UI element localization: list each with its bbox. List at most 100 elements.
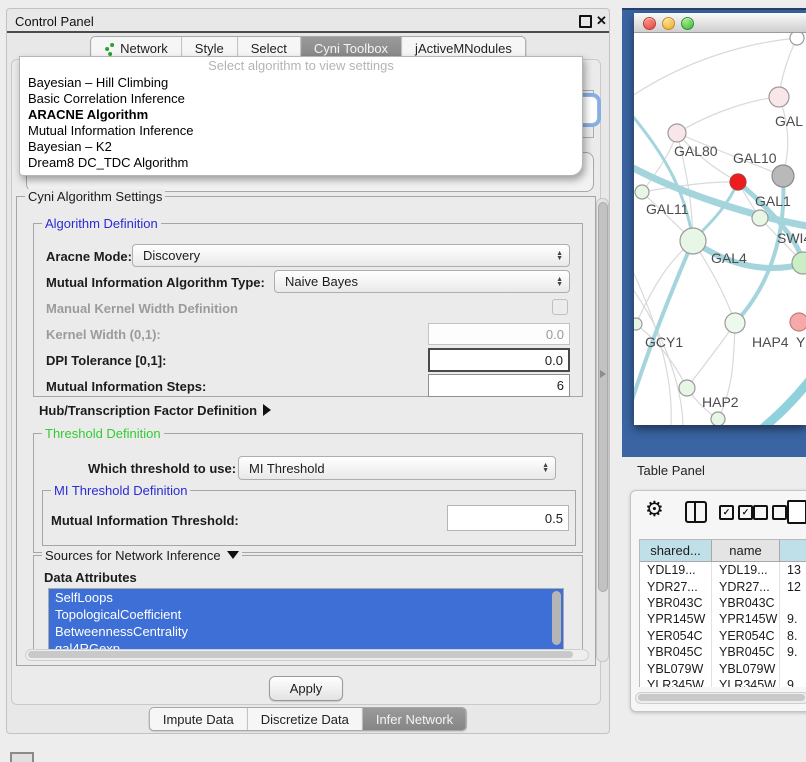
document-icon[interactable] [787, 500, 806, 524]
zoom-traffic-light[interactable] [681, 17, 694, 30]
node-label-gal4: GAL4 [711, 250, 747, 266]
minimize-traffic-light[interactable] [662, 17, 675, 30]
table-row[interactable]: YER054CYER054C8. [640, 628, 806, 644]
kernel-width-input[interactable]: 0.0 [428, 323, 570, 345]
table-row[interactable]: YLR345WYLR345W9. [640, 677, 806, 687]
node-label-gal80: GAL80 [674, 143, 718, 159]
network-node[interactable] [790, 32, 804, 45]
table-row[interactable]: YPR145WYPR145W9. [640, 611, 806, 627]
tab-impute-data[interactable]: Impute Data [150, 708, 248, 730]
minimized-panel-icon[interactable] [10, 752, 34, 762]
network-node-gal1[interactable] [752, 210, 768, 226]
mi-steps-label: Mutual Information Steps: [46, 379, 206, 394]
network-icon [104, 43, 115, 54]
table-cell: YPR145W [712, 611, 780, 627]
network-node-swi4[interactable] [792, 252, 806, 274]
algorithm-option-aracne-algorithm[interactable]: ARACNE Algorithm [20, 107, 582, 123]
dpi-tolerance-input[interactable]: 0.0 [428, 348, 570, 372]
tab-label: Impute Data [163, 712, 234, 727]
aracne-mode-select[interactable]: Discovery ▲▼ [132, 244, 570, 267]
network-node[interactable] [711, 412, 725, 425]
table-row[interactable]: YBR043CYBR043C [640, 595, 806, 611]
which-threshold-select[interactable]: MI Threshold ▲▼ [238, 456, 556, 480]
column-header-shared[interactable]: shared... [640, 540, 712, 561]
stepper-arrows-icon: ▲▼ [542, 463, 549, 473]
network-canvas[interactable]: GALGAL80GAL10GAL11GAL1GAL4SWI4GCY1HAP4YH… [634, 32, 806, 425]
algorithm-option-bayesian-k2[interactable]: Bayesian – K2 [20, 139, 582, 155]
network-node-y[interactable] [790, 313, 806, 331]
tab-discretize-data[interactable]: Discretize Data [248, 708, 363, 730]
list-vertical-scrollbar[interactable] [552, 591, 561, 645]
network-node-hap2[interactable] [679, 380, 695, 396]
manual-kernel-width-checkbox[interactable] [552, 299, 568, 315]
attribute-item-topologicalcoefficient[interactable]: TopologicalCoefficient [49, 606, 563, 623]
title-separator [7, 31, 609, 33]
network-node-hap4[interactable] [725, 313, 745, 333]
sources-group-title: Sources for Network Inference [42, 548, 242, 563]
table-header-row: shared...name [640, 540, 806, 562]
table-row[interactable]: YBL079WYBL079W [640, 660, 806, 676]
settings-horizontal-scrollbar[interactable] [25, 649, 589, 661]
float-window-icon[interactable] [579, 15, 592, 28]
checked-boxes-icon[interactable]: ✓✓ [719, 505, 753, 520]
gear-icon[interactable]: ⚙ [645, 499, 664, 521]
cyni-algorithm-settings-group: Cyni Algorithm Settings Algorithm Defini… [16, 196, 596, 666]
split-columns-icon[interactable] [685, 501, 707, 523]
node-label-y: Y [796, 334, 806, 350]
network-node[interactable] [772, 165, 794, 187]
network-node-gal10[interactable] [730, 174, 746, 190]
threshold-definition-title: Threshold Definition [42, 426, 164, 441]
table-cell: YER054C [640, 628, 712, 644]
sources-group: Sources for Network Inference Data Attri… [33, 555, 583, 660]
splitter-collapse-icon[interactable] [600, 370, 606, 378]
apply-button[interactable]: Apply [269, 676, 343, 701]
node-label-gal1: GAL1 [755, 193, 791, 209]
mi-steps-input[interactable]: 6 [428, 374, 570, 397]
table-row[interactable]: YDL19...YDL19...13 [640, 562, 806, 578]
network-node-gal11[interactable] [635, 185, 649, 199]
aracne-mode-label: Aracne Mode: [46, 249, 132, 264]
table-cell: YPR145W [640, 611, 712, 627]
table-horizontal-scrollbar[interactable] [635, 692, 806, 704]
tab-infer-network[interactable]: Infer Network [363, 708, 466, 730]
manual-kernel-width-label: Manual Kernel Width Definition [46, 301, 238, 316]
mi-algorithm-type-select[interactable]: Naive Bayes ▲▼ [274, 270, 570, 293]
table-row[interactable]: YBR045CYBR045C9. [640, 644, 806, 660]
table-row[interactable]: YDR27...YDR27...12 [640, 578, 806, 594]
unchecked-boxes-icon[interactable] [753, 505, 787, 520]
table-cell: YBR043C [712, 595, 780, 611]
hub-definition-toggle[interactable]: Hub/Transcription Factor Definition [39, 403, 271, 418]
mi-threshold-input[interactable]: 0.5 [447, 505, 569, 531]
column-header-name[interactable]: name [712, 540, 780, 561]
close-traffic-light[interactable] [643, 17, 656, 30]
algorithm-option-bayesian-hill-climbing[interactable]: Bayesian – Hill Climbing [20, 75, 582, 91]
attribute-item-selfloops[interactable]: SelfLoops [49, 589, 563, 606]
algorithm-option-mutual-information-inference[interactable]: Mutual Information Inference [20, 123, 582, 139]
settings-vertical-scrollbar[interactable] [596, 198, 609, 662]
node-table[interactable]: shared...name YDL19...YDL19...13YDR27...… [639, 539, 806, 687]
tab-label: Discretize Data [261, 712, 349, 727]
close-icon[interactable]: ✕ [596, 13, 607, 29]
tab-label: Cyni Toolbox [314, 41, 388, 56]
attribute-item-betweennesscentrality[interactable]: BetweennessCentrality [49, 623, 563, 640]
table-cell: YBR043C [640, 595, 712, 611]
algorithm-option-basic-correlation-inference[interactable]: Basic Correlation Inference [20, 91, 582, 107]
kernel-width-label: Kernel Width (0,1): [46, 327, 161, 342]
network-node-gal[interactable] [769, 87, 789, 107]
tab-label: jActiveMNodules [415, 41, 512, 56]
table-cell: 8. [780, 628, 806, 644]
table-cell: YLR345W [712, 677, 780, 687]
column-header-2[interactable] [780, 540, 806, 561]
network-node-gal80[interactable] [668, 124, 686, 142]
network-window-titlebar[interactable] [634, 13, 806, 33]
table-panel: ⚙ ✓✓ shared...name YDL19...YDL19...13YDR… [630, 490, 806, 712]
node-label-gal10: GAL10 [733, 150, 777, 166]
settings-group-title: Cyni Algorithm Settings [25, 189, 165, 204]
which-threshold-label: Which threshold to use: [88, 461, 236, 476]
network-node-gcy1[interactable] [634, 318, 642, 330]
node-label-gcy1: GCY1 [645, 334, 683, 350]
data-attributes-list[interactable]: SelfLoopsTopologicalCoefficientBetweenne… [48, 588, 564, 656]
control-panel-title: Control Panel [15, 14, 94, 29]
algorithm-option-dream8-dc-tdc-algorithm[interactable]: Dream8 DC_TDC Algorithm [20, 155, 582, 171]
network-node-gal4[interactable] [680, 228, 706, 254]
